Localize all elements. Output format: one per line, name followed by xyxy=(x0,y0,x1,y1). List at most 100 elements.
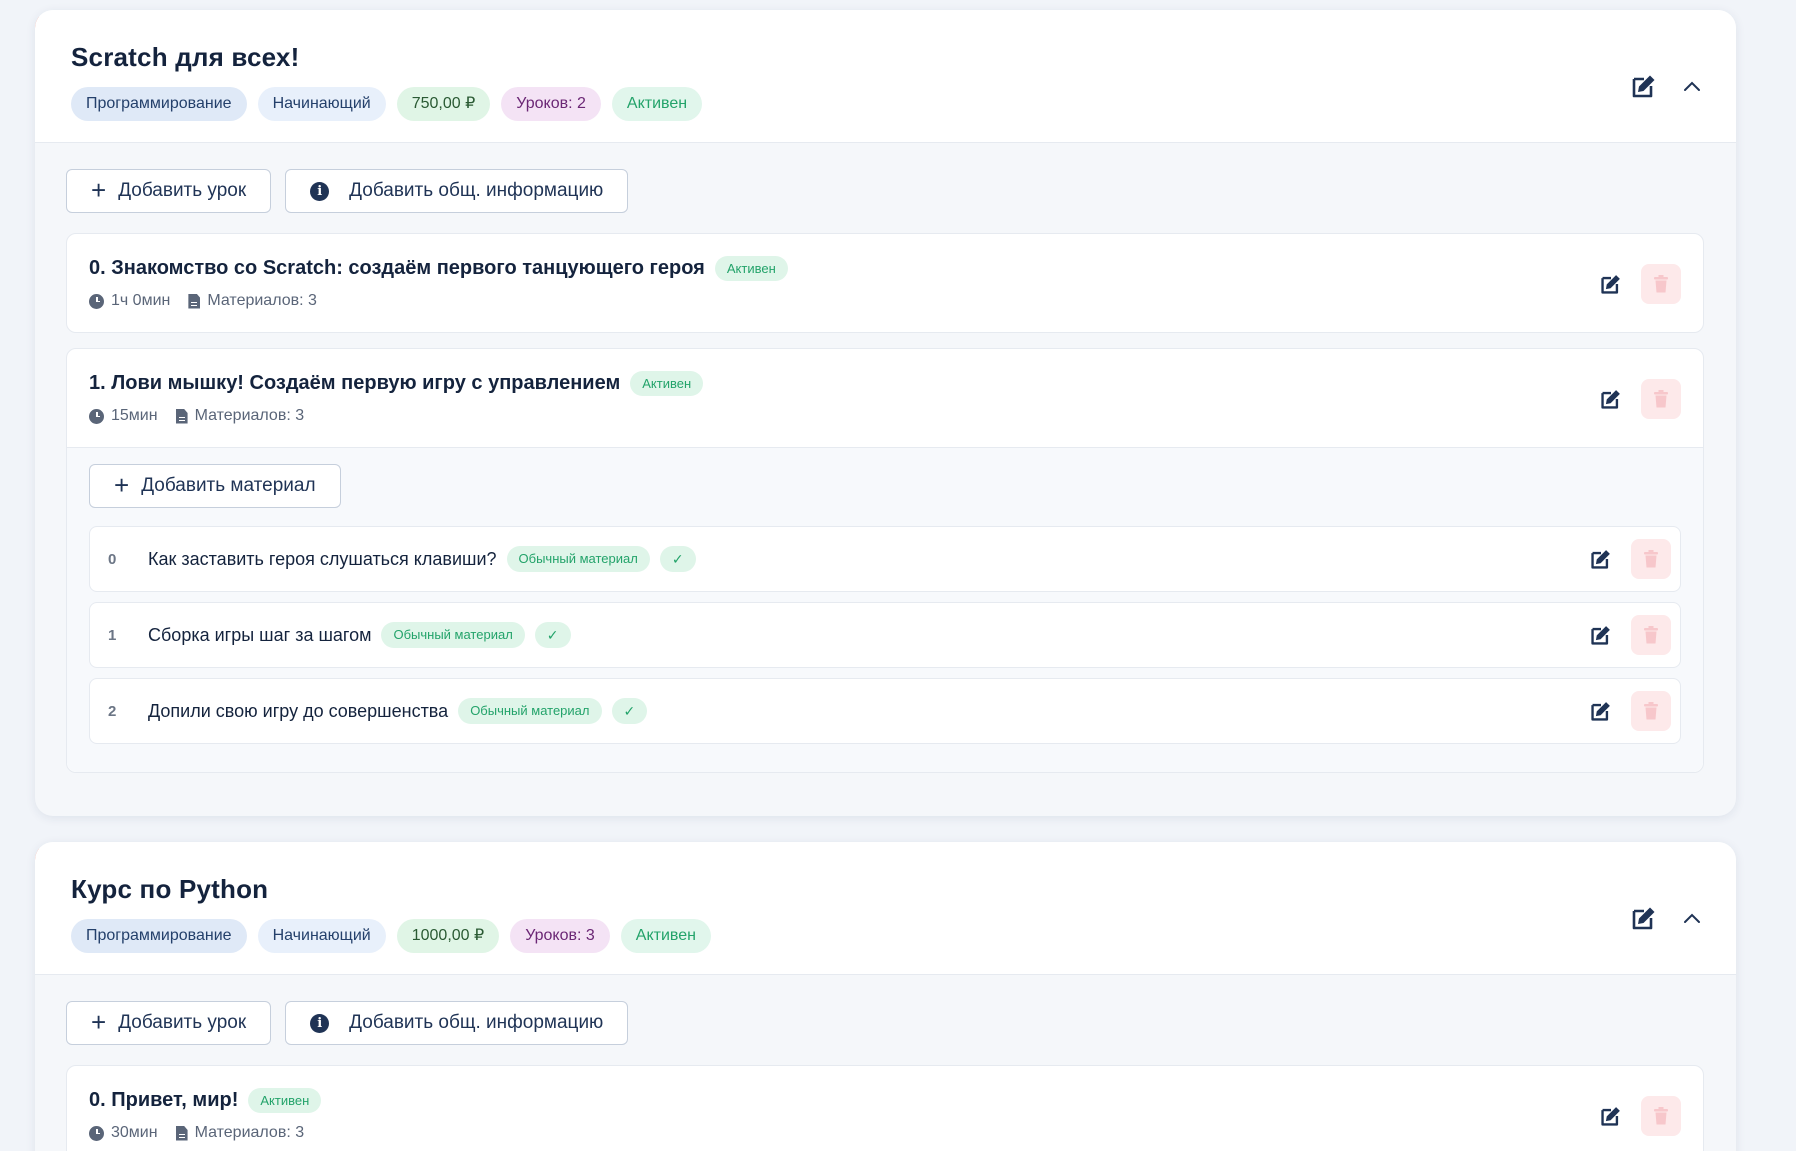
materials-count: Материалов: 3 xyxy=(188,292,317,310)
duration-value: 30мин xyxy=(111,1124,158,1141)
material-type-badge: Обычный материал xyxy=(458,698,602,724)
add-material-button[interactable]: + Добавить материал xyxy=(89,464,341,508)
add-lesson-button[interactable]: + Добавить урок xyxy=(66,169,272,213)
collapse-course-button[interactable] xyxy=(1678,904,1706,932)
add-lesson-button[interactable]: + Добавить урок xyxy=(66,1001,272,1045)
material-title: Как заставить героя слушаться клавиши? xyxy=(148,548,497,569)
material-item[interactable]: 2 Допили свою игру до совершенства Обычн… xyxy=(89,678,1681,744)
plus-icon: + xyxy=(114,469,130,500)
edit-lesson-button[interactable] xyxy=(1597,1102,1625,1130)
material-item[interactable]: 1 Сборка игры шаг за шагом Обычный матер… xyxy=(89,602,1681,668)
trash-icon xyxy=(1654,1107,1668,1125)
material-title: Сборка игры шаг за шагом xyxy=(148,624,372,645)
course-actions: + Добавить урок i Добавить общ. информац… xyxy=(66,169,1704,213)
course-title: Курс по Python xyxy=(71,874,269,904)
delete-lesson-button[interactable] xyxy=(1641,1096,1681,1136)
chevron-up-icon xyxy=(1684,81,1700,91)
course-body: + Добавить урок i Добавить общ. информац… xyxy=(35,975,1736,1151)
delete-material-button[interactable] xyxy=(1631,691,1671,731)
add-info-label: Добавить общ. информацию xyxy=(349,180,604,201)
lesson-card[interactable]: 0. Привет, мир! Активен 30мин Материалов… xyxy=(66,1065,1704,1151)
material-actions xyxy=(1587,539,1671,579)
material-check-badge: ✓ xyxy=(659,546,696,572)
lesson-meta: 15мин Материалов: 3 xyxy=(89,407,1703,425)
edit-icon xyxy=(1601,390,1620,409)
lesson-status-badge: Активен xyxy=(248,1088,322,1113)
delete-lesson-button[interactable] xyxy=(1641,379,1681,419)
edit-icon xyxy=(1632,907,1655,930)
lesson-card[interactable]: 1. Лови мышку! Создаём первую игру с упр… xyxy=(66,348,1704,773)
course-header-actions xyxy=(1630,72,1706,100)
course-tags: Программирование Начинающий 1000,00 ₽ Ур… xyxy=(71,919,1736,953)
document-icon xyxy=(175,1125,188,1141)
trash-icon xyxy=(1644,626,1658,644)
materials-count-value: Материалов: 3 xyxy=(194,1124,305,1141)
edit-icon xyxy=(1601,275,1620,294)
delete-material-button[interactable] xyxy=(1631,615,1671,655)
course-actions: + Добавить урок i Добавить общ. информац… xyxy=(66,1001,1704,1045)
trash-icon xyxy=(1654,390,1668,408)
document-icon xyxy=(188,293,201,309)
delete-lesson-button[interactable] xyxy=(1641,264,1681,304)
trash-icon xyxy=(1644,702,1658,720)
lesson-actions xyxy=(1597,1096,1681,1136)
lesson-actions xyxy=(1597,379,1681,419)
materials-count: Материалов: 3 xyxy=(175,407,304,425)
edit-icon xyxy=(1591,702,1610,721)
level-tag: Начинающий xyxy=(257,919,386,953)
lesson-title: 0. Привет, мир! xyxy=(89,1089,239,1111)
clock-icon xyxy=(89,408,104,424)
lesson-meta: 1ч 0мин Материалов: 3 xyxy=(89,292,1703,310)
category-tag: Программирование xyxy=(71,87,247,121)
edit-icon xyxy=(1591,626,1610,645)
course-title: Scratch для всех! xyxy=(71,42,300,72)
lesson-materials-panel: + Добавить материал 0 Как заставить геро… xyxy=(67,447,1703,772)
trash-icon xyxy=(1644,550,1658,568)
add-lesson-label: Добавить урок xyxy=(118,180,247,201)
add-material-label: Добавить материал xyxy=(141,475,316,496)
material-type-badge: Обычный материал xyxy=(506,546,650,572)
info-icon: i xyxy=(310,1013,330,1033)
edit-icon xyxy=(1601,1107,1620,1126)
edit-material-button[interactable] xyxy=(1587,545,1615,573)
delete-material-button[interactable] xyxy=(1631,539,1671,579)
materials-count: Материалов: 3 xyxy=(175,1124,305,1142)
lesson-header[interactable]: 0. Привет, мир! Активен 30мин Материалов… xyxy=(67,1066,1703,1151)
edit-icon xyxy=(1632,75,1655,98)
duration-value: 15мин xyxy=(111,407,158,424)
price-tag: 750,00 ₽ xyxy=(396,87,491,121)
price-tag: 1000,00 ₽ xyxy=(396,919,500,953)
edit-course-button[interactable] xyxy=(1630,904,1658,932)
edit-material-button[interactable] xyxy=(1587,621,1615,649)
status-badge: Активен xyxy=(611,87,703,121)
material-index: 1 xyxy=(108,626,117,644)
lesson-status-badge: Активен xyxy=(714,256,788,281)
material-item[interactable]: 0 Как заставить героя слушаться клавиши?… xyxy=(89,526,1681,592)
level-tag: Начинающий xyxy=(257,87,386,121)
edit-lesson-button[interactable] xyxy=(1597,270,1625,298)
edit-lesson-button[interactable] xyxy=(1597,385,1625,413)
duration-value: 1ч 0мин xyxy=(111,292,171,309)
material-check-badge: ✓ xyxy=(534,622,571,648)
lesson-header[interactable]: 0. Знакомство со Scratch: создаём первог… xyxy=(67,234,1703,332)
course-body: + Добавить урок i Добавить общ. информац… xyxy=(35,143,1736,805)
trash-icon xyxy=(1654,275,1668,293)
lesson-card[interactable]: 0. Знакомство со Scratch: создаём первог… xyxy=(66,233,1704,333)
collapse-course-button[interactable] xyxy=(1678,72,1706,100)
material-index: 0 xyxy=(108,550,117,568)
edit-material-button[interactable] xyxy=(1587,697,1615,725)
lesson-title: 0. Знакомство со Scratch: создаём первог… xyxy=(89,257,705,279)
add-info-label: Добавить общ. информацию xyxy=(349,1012,604,1033)
lessons-count-tag: Уроков: 3 xyxy=(510,919,610,953)
lesson-header[interactable]: 1. Лови мышку! Создаём первую игру с упр… xyxy=(67,349,1703,447)
course-header[interactable]: Курс по Python Программирование Начинающ… xyxy=(35,842,1736,975)
material-index: 2 xyxy=(108,702,117,720)
info-icon: i xyxy=(310,181,330,201)
edit-course-button[interactable] xyxy=(1630,72,1658,100)
course-header[interactable]: Scratch для всех! Программирование Начин… xyxy=(35,10,1736,143)
add-info-button[interactable]: i Добавить общ. информацию xyxy=(285,169,629,213)
duration: 1ч 0мин xyxy=(89,292,170,310)
lesson-title-row: 0. Знакомство со Scratch: создаём первог… xyxy=(89,256,1703,281)
add-info-button[interactable]: i Добавить общ. информацию xyxy=(285,1001,629,1045)
lesson-title-row: 0. Привет, мир! Активен xyxy=(89,1088,1703,1113)
